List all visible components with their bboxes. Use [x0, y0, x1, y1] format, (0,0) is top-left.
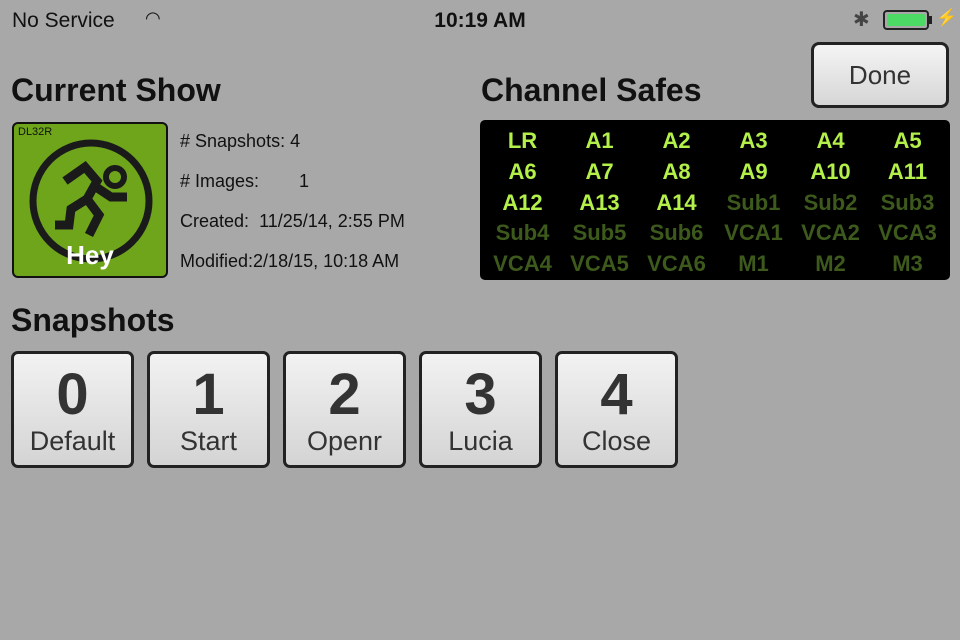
channel-safes-grid[interactable]: LR A1 A2 A3 A4 A5 A6 A7 A8 A9 A10 A11 A12 A13 A14 Sub1 S…: [480, 120, 950, 280]
channel-safe-a2[interactable]: A2: [638, 126, 715, 156]
value: 1: [299, 171, 310, 191]
channel-safe-a7[interactable]: A7: [561, 157, 638, 187]
channel-safe-m1[interactable]: M1: [715, 249, 792, 279]
channel-safe-a13[interactable]: A13: [561, 188, 638, 218]
done-button[interactable]: Done: [811, 42, 949, 108]
label: Created:: [180, 211, 250, 231]
snapshot-number: 3: [464, 362, 497, 427]
snapshot-button-3[interactable]: 3 Lucia: [419, 351, 542, 468]
snapshot-name: Start: [179, 426, 238, 456]
channel-safe-m3[interactable]: M3: [869, 249, 946, 279]
channel-safe-m2[interactable]: M2: [792, 249, 869, 279]
channel-safe-a3[interactable]: A3: [715, 126, 792, 156]
label: # Images:: [180, 171, 260, 191]
value: 4: [290, 131, 301, 151]
channel-safe-a14[interactable]: A14: [638, 188, 715, 218]
channel-safe-lr[interactable]: LR: [484, 126, 561, 156]
snapshot-list: 0 Default 1 Start 2 Openr 3 Lucia 4 Close: [11, 351, 678, 468]
bluetooth-icon: ✱: [853, 9, 870, 31]
channel-safe-sub2[interactable]: Sub2: [792, 188, 869, 218]
clock: 10:19 AM: [434, 9, 526, 32]
show-image[interactable]: DL32R Hey: [12, 122, 168, 278]
label: Modified:: [180, 251, 254, 271]
value: 11/25/14, 2:55 PM: [259, 211, 405, 231]
snapshot-button-0[interactable]: 0 Default: [11, 351, 134, 468]
created-date: Created: 11/25/14, 2:55 PM: [180, 211, 405, 232]
snapshot-button-2[interactable]: 2 Openr: [283, 351, 406, 468]
snapshots-count: # Snapshots: 4: [180, 131, 300, 152]
label: # Snapshots:: [180, 131, 286, 151]
channel-safe-vca4[interactable]: VCA4: [484, 249, 561, 279]
channel-safe-a4[interactable]: A4: [792, 126, 869, 156]
images-count: # Images: 1: [180, 171, 309, 192]
channel-safe-vca3[interactable]: VCA3: [869, 218, 946, 248]
channel-safe-a8[interactable]: A8: [638, 157, 715, 187]
channel-safe-a11[interactable]: A11: [869, 157, 946, 187]
channel-safes-title: Channel Safes: [481, 72, 702, 108]
snapshot-number: 2: [328, 362, 361, 427]
channel-safe-a1[interactable]: A1: [561, 126, 638, 156]
channel-safe-sub5[interactable]: Sub5: [561, 218, 638, 248]
channel-safe-a9[interactable]: A9: [715, 157, 792, 187]
snapshots-title: Snapshots: [11, 302, 175, 338]
channel-safe-a10[interactable]: A10: [792, 157, 869, 187]
charging-icon: ⚡: [936, 8, 958, 27]
modified-date: Modified:2/18/15, 10:18 AM: [180, 251, 399, 272]
snapshot-name: Openr: [306, 426, 383, 456]
value: 2/18/15, 10:18 AM: [253, 251, 400, 271]
snapshot-name: Close: [581, 426, 652, 456]
snapshot-number: 1: [192, 362, 225, 427]
current-show-title: Current Show: [11, 72, 221, 108]
snapshot-button-4[interactable]: 4 Close: [555, 351, 678, 468]
snapshot-number: 4: [600, 362, 633, 427]
channel-safe-sub3[interactable]: Sub3: [869, 188, 946, 218]
channel-safe-sub1[interactable]: Sub1: [715, 188, 792, 218]
channel-safe-vca1[interactable]: VCA1: [715, 218, 792, 248]
battery-icon: [883, 10, 929, 30]
show-name: Hey: [66, 240, 114, 270]
snapshot-name: Default: [29, 426, 116, 456]
channel-safe-vca2[interactable]: VCA2: [792, 218, 869, 248]
channel-safe-sub6[interactable]: Sub6: [638, 218, 715, 248]
channel-safe-vca6[interactable]: VCA6: [638, 249, 715, 279]
snapshot-button-1[interactable]: 1 Start: [147, 351, 270, 468]
status-bar: No Service ◠ 10:19 AM ✱ ⚡: [0, 0, 960, 40]
battery-tip: [929, 16, 932, 24]
snapshot-name: Lucia: [448, 426, 513, 456]
snapshot-number: 0: [56, 362, 89, 427]
channel-safe-a12[interactable]: A12: [484, 188, 561, 218]
channel-safe-sub4[interactable]: Sub4: [484, 218, 561, 248]
channel-safe-a5[interactable]: A5: [869, 126, 946, 156]
channel-safe-a6[interactable]: A6: [484, 157, 561, 187]
channel-safe-vca5[interactable]: VCA5: [561, 249, 638, 279]
